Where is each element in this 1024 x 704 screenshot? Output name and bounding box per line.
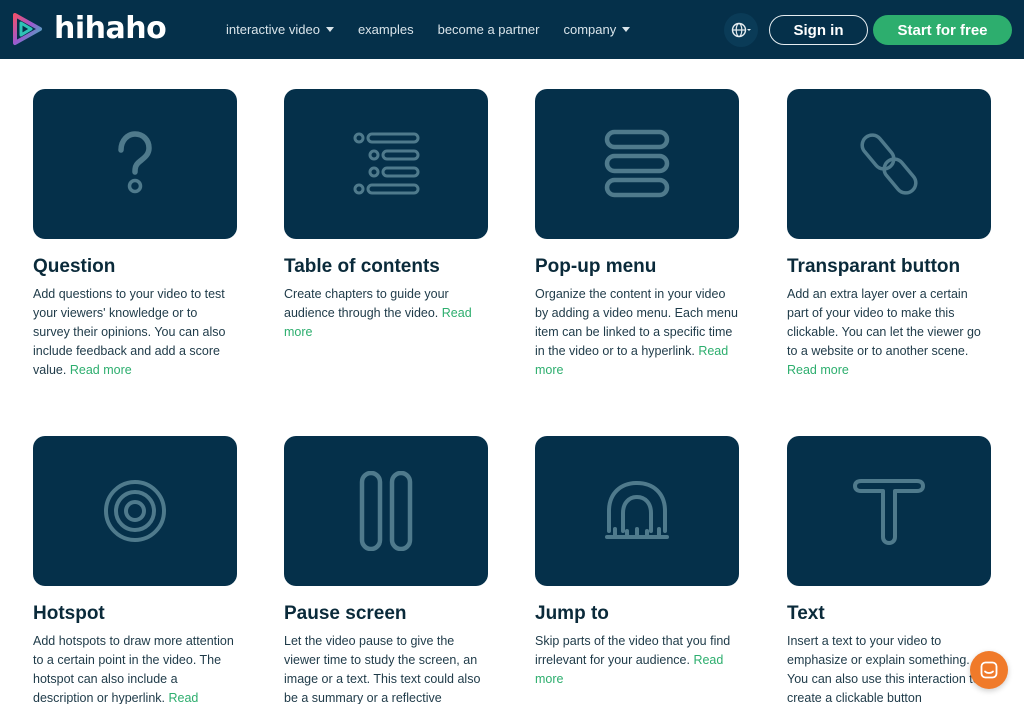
chat-icon bbox=[980, 661, 998, 679]
description-text: Create chapters to guide your audience t… bbox=[284, 287, 449, 320]
card-text: Text Insert a text to your video to emph… bbox=[787, 436, 991, 704]
card-description: Add an extra layer over a certain part o… bbox=[787, 285, 991, 380]
card-title: Question bbox=[33, 256, 116, 277]
nav-interactive-video[interactable]: interactive video bbox=[226, 22, 334, 37]
card-jump-to: Jump to Skip parts of the video that you… bbox=[535, 436, 739, 689]
read-more-link[interactable]: Read bbox=[169, 691, 199, 704]
card-tile[interactable] bbox=[535, 89, 739, 239]
card-tile[interactable] bbox=[535, 436, 739, 586]
card-pause-screen: Pause screen Let the video pause to give… bbox=[284, 436, 488, 704]
play-logo-icon bbox=[13, 13, 42, 45]
jump-icon bbox=[605, 480, 669, 539]
card-description: Skip parts of the video that you find ir… bbox=[535, 632, 739, 689]
card-title: Hotspot bbox=[33, 603, 105, 624]
text-icon bbox=[853, 479, 925, 545]
nav-links: interactive video examples become a part… bbox=[226, 0, 654, 59]
brand-name: hihaho bbox=[54, 11, 167, 46]
card-description: Add questions to your video to test your… bbox=[33, 285, 237, 380]
card-title: Table of contents bbox=[284, 256, 440, 277]
description-text: Let the video pause to give the viewer t… bbox=[284, 634, 481, 704]
brand-logo[interactable]: hihaho bbox=[10, 11, 167, 47]
nav-label: interactive video bbox=[226, 22, 320, 37]
card-popup-menu: Pop-up menu Organize the content in your… bbox=[535, 89, 739, 380]
card-table-of-contents: Table of contents Create chapters to gui… bbox=[284, 89, 488, 342]
caret-down-icon bbox=[622, 27, 631, 32]
target-icon bbox=[104, 480, 166, 542]
nav-label: company bbox=[563, 22, 617, 37]
card-title: Transparant button bbox=[787, 256, 961, 277]
read-more-link[interactable]: Read more bbox=[70, 363, 132, 377]
card-tile[interactable] bbox=[787, 89, 991, 239]
card-description: Create chapters to guide your audience t… bbox=[284, 285, 488, 342]
card-transparant-button: Transparant button Add an extra layer ov… bbox=[787, 89, 991, 380]
card-description: Organize the content in your video by ad… bbox=[535, 285, 739, 380]
card-tile[interactable] bbox=[284, 436, 488, 586]
card-tile[interactable] bbox=[33, 436, 237, 586]
language-selector[interactable] bbox=[724, 13, 758, 47]
card-title: Jump to bbox=[535, 603, 609, 624]
card-description: Let the video pause to give the viewer t… bbox=[284, 632, 488, 704]
read-more-link[interactable]: Read more bbox=[787, 363, 849, 377]
card-question: Question Add questions to your video to … bbox=[33, 89, 237, 380]
description-text: Add hotspots to draw more attention to a… bbox=[33, 634, 234, 704]
card-description: Add hotspots to draw more attention to a… bbox=[33, 632, 237, 704]
description-text: Add an extra layer over a certain part o… bbox=[787, 287, 981, 358]
caret-down-icon bbox=[325, 27, 334, 32]
start-for-free-button[interactable]: Start for free bbox=[873, 15, 1012, 45]
nav-label: examples bbox=[357, 22, 414, 37]
card-description: Insert a text to your video to emphasize… bbox=[787, 632, 991, 704]
card-hotspot: Hotspot Add hotspots to draw more attent… bbox=[33, 436, 237, 704]
card-tile[interactable] bbox=[33, 89, 237, 239]
question-icon bbox=[118, 131, 152, 194]
nav-label: become a partner bbox=[437, 22, 540, 37]
card-title: Pop-up menu bbox=[535, 256, 657, 277]
sign-in-button[interactable]: Sign in bbox=[769, 15, 868, 45]
description-text: Insert a text to your video to emphasize… bbox=[787, 634, 980, 704]
card-tile[interactable] bbox=[787, 436, 991, 586]
top-navigation: hihaho interactive video examples become… bbox=[0, 0, 1024, 59]
chat-launcher-button[interactable] bbox=[970, 651, 1008, 689]
globe-icon bbox=[731, 22, 751, 38]
link-icon bbox=[860, 133, 918, 195]
pause-icon bbox=[359, 471, 413, 551]
nav-examples[interactable]: examples bbox=[358, 22, 414, 37]
table-of-contents-icon bbox=[353, 132, 420, 195]
nav-company[interactable]: company bbox=[564, 22, 631, 37]
nav-become-a-partner[interactable]: become a partner bbox=[438, 22, 540, 37]
popup-menu-icon bbox=[604, 129, 670, 198]
card-title: Text bbox=[787, 603, 825, 624]
card-title: Pause screen bbox=[284, 603, 407, 624]
card-tile[interactable] bbox=[284, 89, 488, 239]
